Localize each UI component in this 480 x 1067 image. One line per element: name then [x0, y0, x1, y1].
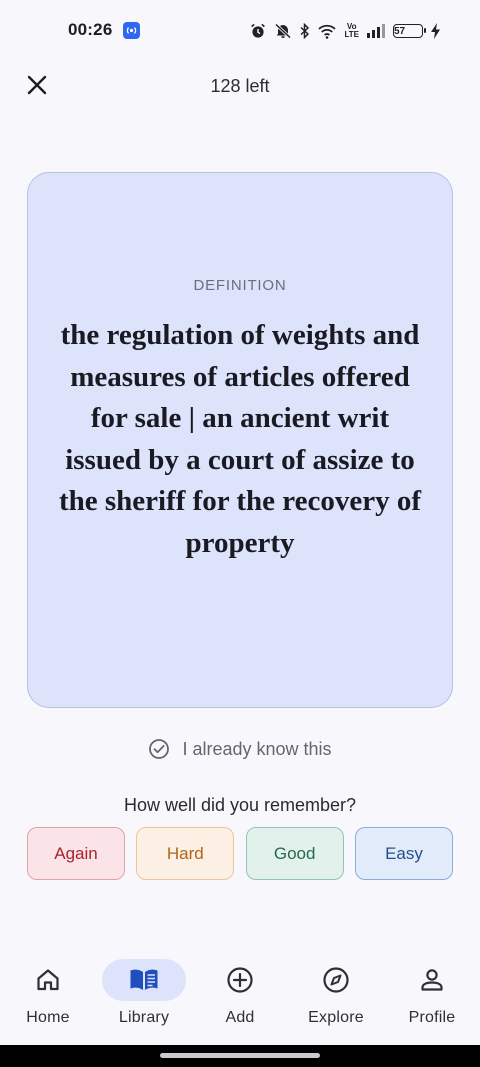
card-definition-text: the regulation of weights and measures o… [58, 319, 422, 559]
bottom-navigation: Home Library Add Explore Profile [0, 947, 480, 1045]
good-button[interactable]: Good [245, 827, 344, 880]
mute-icon [274, 23, 292, 39]
already-know-label: I already know this [182, 738, 332, 759]
gesture-handle[interactable] [160, 1053, 320, 1058]
again-button[interactable]: Again [27, 827, 125, 880]
alarm-icon [250, 23, 266, 39]
status-bar: 00:26 Vo LTE 57 [0, 0, 480, 62]
nav-item-library[interactable]: Library [96, 959, 192, 1027]
cards-remaining: 128 left [210, 76, 270, 96]
gesture-navigation-area [0, 1045, 480, 1067]
broadcast-app-icon [123, 22, 140, 39]
rating-buttons: Again Hard Good Easy [27, 827, 453, 880]
compass-icon [323, 967, 349, 993]
book-icon [130, 969, 158, 990]
flashcard-review-screen: 00:26 Vo LTE 57 128 left DEFINITION the … [0, 0, 480, 1067]
check-circle-icon [149, 739, 170, 759]
nav-label-explore: Explore [308, 1009, 364, 1026]
easy-button[interactable]: Easy [354, 827, 453, 880]
nav-item-profile[interactable]: Profile [384, 959, 480, 1027]
person-icon [421, 969, 443, 991]
already-know-button[interactable]: I already know this [0, 738, 480, 760]
remember-question: How well did you remember? [123, 795, 357, 815]
charging-icon [431, 23, 440, 39]
nav-item-explore[interactable]: Explore [288, 959, 384, 1027]
battery-icon: 57 [393, 24, 426, 38]
nav-label-add: Add [225, 1009, 255, 1026]
nav-item-home[interactable]: Home [0, 959, 96, 1027]
wifi-icon [318, 24, 337, 39]
volte-bottom: LTE [344, 30, 359, 39]
card-side-label: DEFINITION [193, 277, 287, 294]
signal-icon [367, 24, 385, 38]
nav-label-library: Library [118, 1009, 170, 1026]
nav-label-profile: Profile [408, 1009, 456, 1026]
status-time: 00:26 [68, 20, 113, 39]
home-icon [37, 969, 59, 991]
flashcard[interactable]: DEFINITION the regulation of weights and… [27, 172, 453, 708]
volte-icon: Vo LTE [344, 23, 359, 39]
status-icons: Vo LTE 57 [250, 20, 440, 42]
add-circle-icon [227, 967, 253, 993]
nav-item-add[interactable]: Add [192, 959, 288, 1027]
bluetooth-icon [300, 23, 310, 39]
nav-label-home: Home [26, 1009, 70, 1026]
hard-button[interactable]: Hard [136, 827, 235, 880]
